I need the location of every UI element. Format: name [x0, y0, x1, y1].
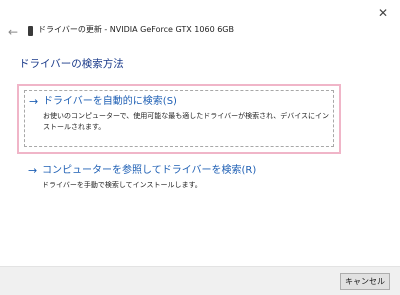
page-heading: ドライバーの検索方法	[19, 58, 124, 70]
option-description: お使いのコンピューターで、使用可能な最も適したドライバーが検索され、デバイスにイ…	[43, 112, 330, 131]
option-title[interactable]: コンピューターを参照してドライバーを検索(R)	[42, 164, 256, 178]
arrow-right-icon: →	[28, 164, 38, 177]
option-title[interactable]: ドライバーを自動的に検索(S)	[43, 95, 177, 109]
device-icon	[28, 26, 33, 36]
driver-update-window: ✕ ← ドライバーの更新 - NVIDIA GeForce GTX 1060 6…	[0, 0, 400, 295]
browse-computer-option[interactable]: → コンピューターを参照してドライバーを検索(R) ドライバーを手動で検索してイ…	[24, 160, 334, 190]
window-title: ドライバーの更新 - NVIDIA GeForce GTX 1060 6GB	[38, 25, 234, 34]
close-icon[interactable]: ✕	[372, 4, 394, 22]
arrow-right-icon: →	[29, 95, 39, 108]
back-arrow-icon[interactable]: ←	[8, 26, 20, 38]
cancel-button[interactable]: キャンセル	[340, 273, 390, 290]
option-description: ドライバーを手動で検索してインストールします。	[42, 181, 202, 189]
footer-bar: キャンセル	[0, 266, 400, 295]
search-automatically-option[interactable]: → ドライバーを自動的に検索(S) お使いのコンピューターで、使用可能な最も適し…	[24, 90, 334, 147]
